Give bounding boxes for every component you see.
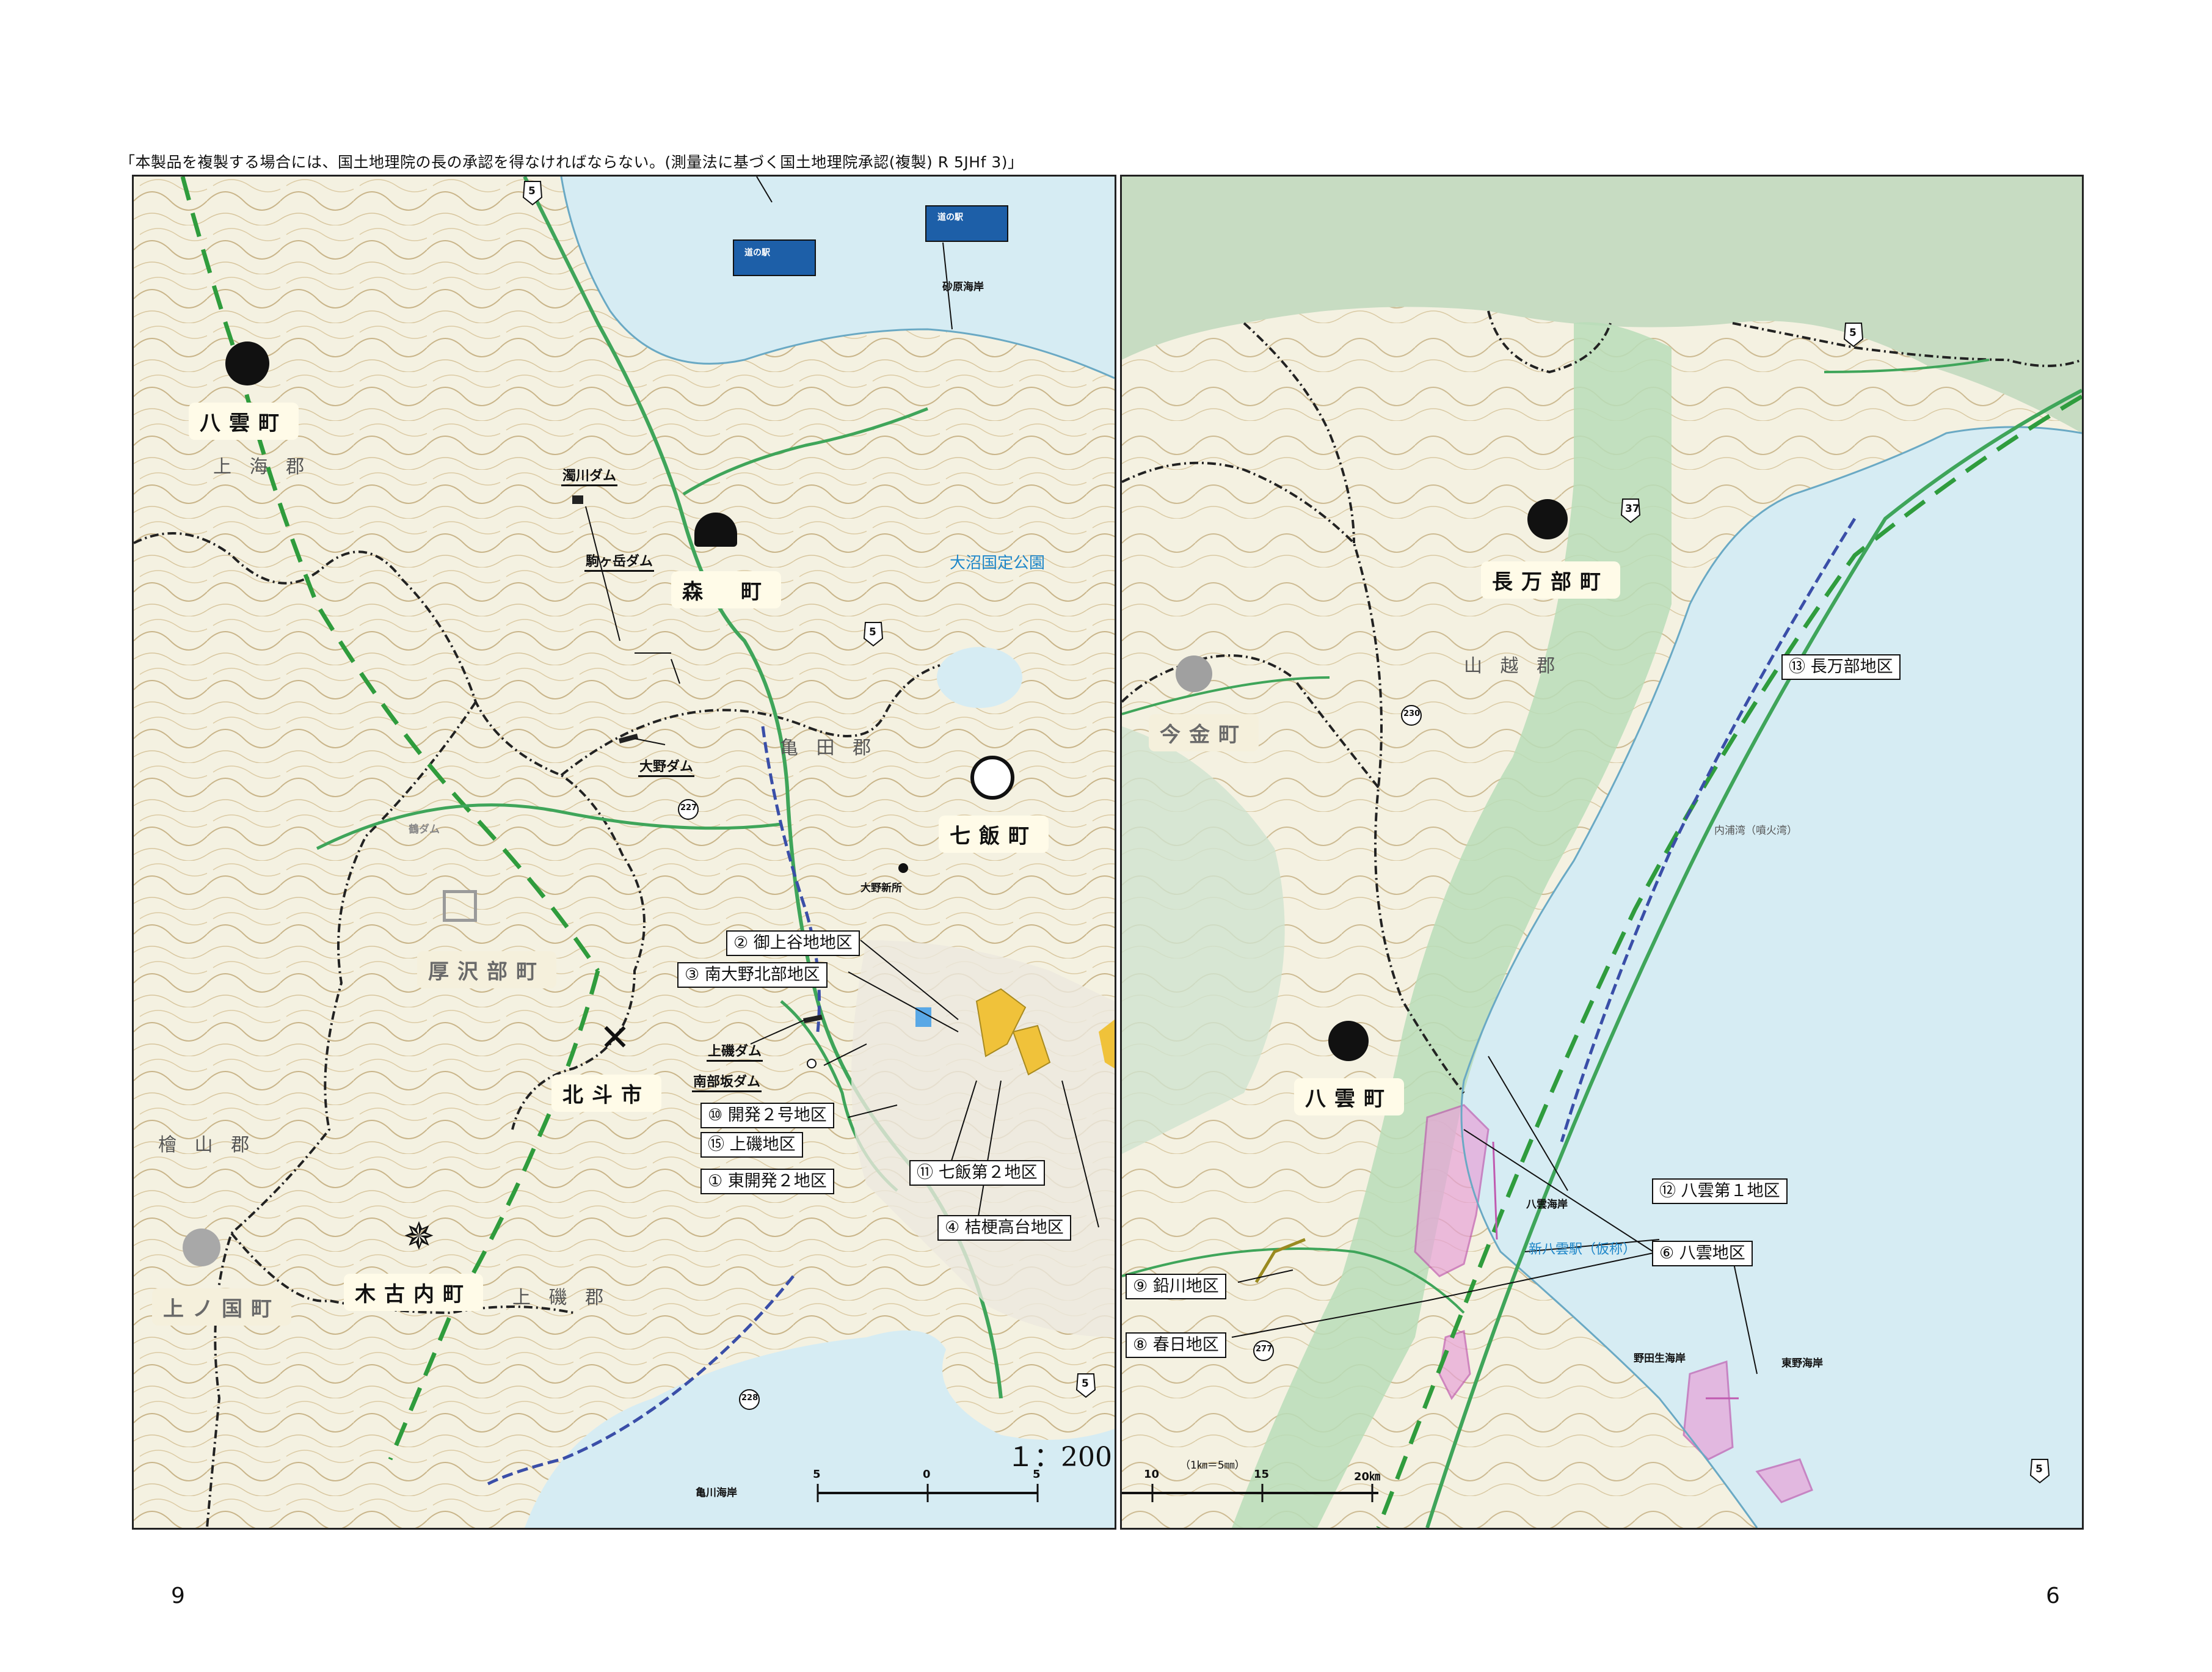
- town-label-yakumo: 八雲町: [189, 403, 299, 440]
- hokuto-city-emblem: ✕: [599, 1017, 631, 1059]
- district-box-yakumo1[interactable]: ⑫ 八雲第１地区: [1652, 1178, 1788, 1204]
- district-box-namarikawa[interactable]: ⑨ 鉛川地区: [1126, 1274, 1226, 1299]
- michinoeki-sign-2: 道の駅: [937, 213, 963, 222]
- dam-label-nigorikawa: 濁川ダム: [561, 465, 618, 486]
- park-label: 大沼国定公園: [950, 554, 1046, 572]
- route-277-label: 277: [1256, 1345, 1273, 1354]
- dam-label-nanbuzaka: 南部坂ダム: [692, 1071, 762, 1092]
- town-label-hokuto: 北斗市: [551, 1075, 661, 1112]
- town-label-assabu: 厚沢部町: [417, 951, 556, 988]
- route-227-label: 227: [680, 803, 697, 812]
- station-label-shin-yakumo: 新八雲駅（仮称）: [1529, 1242, 1637, 1257]
- district-box-minami-ono[interactable]: ③ 南大野北部地区: [677, 962, 828, 988]
- dam-label-komagatake: 駒ヶ岳ダム: [584, 550, 655, 572]
- dam-label-kamiiso: 上磯ダム: [707, 1040, 763, 1062]
- district-box-yakumo[interactable]: ⑥ 八雲地区: [1652, 1241, 1753, 1266]
- district-box-nanae2[interactable]: ⑪ 七飯第２地区: [909, 1160, 1045, 1186]
- route-228-label: 228: [741, 1393, 759, 1403]
- scale-tick-left: 5: [813, 1468, 821, 1481]
- scale-tick-20: 20㎞: [1354, 1470, 1381, 1483]
- coast-label-notaoi: 野田生海岸: [1634, 1353, 1686, 1365]
- route-5-label-b: 5: [869, 626, 876, 638]
- scale-ratio: １：200，000: [1007, 1442, 1115, 1473]
- route-5-label-right-a: 5: [1849, 327, 1857, 339]
- gun-label-kaminoyama: 上 海 郡: [213, 456, 311, 478]
- town-label-yakumo-right: 八雲町: [1294, 1078, 1404, 1115]
- route-230-label: 230: [1403, 709, 1421, 718]
- nanae-town-emblem: [970, 756, 1014, 800]
- town-label-oshamambe: 長万部町: [1481, 561, 1620, 599]
- district-box-kasuga[interactable]: ⑧ 春日地区: [1126, 1332, 1226, 1358]
- bay-label: 内浦湾（噴火湾）: [1714, 825, 1797, 837]
- town-label-kikonai: 木古内町: [344, 1274, 483, 1311]
- ono-office-label: 大野新所: [860, 882, 902, 894]
- route-5-label-a: 5: [528, 185, 536, 197]
- michinoeki-sign-1: 道の駅: [744, 248, 770, 258]
- map-panel-right[interactable]: 長万部町 山 越 郡 今金町 内浦湾（噴火湾） 八雲町 八雲海岸 野田生海岸 東…: [1120, 175, 2084, 1530]
- gun-label-yamakoshi: 山 越 郡: [1464, 655, 1562, 677]
- district-box-oshamambe[interactable]: ⑬ 長万部地区: [1781, 654, 1901, 680]
- district-box-mikamiyachi[interactable]: ② 御上谷地地区: [726, 930, 860, 956]
- scale-tick-right: 5: [1033, 1468, 1041, 1481]
- route-5-label-right-b: 5: [2036, 1463, 2043, 1475]
- town-label-imakane: 今金町: [1149, 714, 1259, 751]
- page-number-right: 6: [2046, 1583, 2060, 1608]
- yakumo-town-emblem-right: [1328, 1021, 1369, 1061]
- copyright-notice: 「本製品を複製する場合には、国土地理院の長の承認を得なければならない。(測量法に…: [120, 153, 1024, 171]
- district-box-kamiiso[interactable]: ⑮ 上磯地区: [700, 1132, 803, 1158]
- coast-label-higashino: 東野海岸: [1781, 1357, 1823, 1370]
- dam-label-ono: 大野ダム: [638, 756, 695, 777]
- oshamambe-town-emblem: [1527, 499, 1568, 539]
- district-box-kikyo[interactable]: ④ 桔梗高台地区: [937, 1215, 1071, 1241]
- kaminokuni-town-emblem: [183, 1228, 220, 1266]
- coast-label-kamikawa: 亀川海岸: [696, 1487, 737, 1499]
- scale-tick-zero: 0: [923, 1468, 931, 1481]
- town-label-kaminokuni: 上ノ国町: [152, 1288, 291, 1326]
- route-5-label-c: 5: [1082, 1378, 1089, 1390]
- town-label-nanae: 七飯町: [939, 816, 1049, 853]
- scale-tick-10: 10: [1144, 1468, 1160, 1481]
- district-box-kaihatsu2[interactable]: ⑩ 開発２号地区: [700, 1103, 834, 1128]
- imakane-town-emblem: [1176, 655, 1212, 692]
- scale-note: （1㎞＝5㎜）: [1180, 1459, 1245, 1472]
- coast-label-sawara: 砂原海岸: [942, 281, 984, 293]
- scale-tick-15: 15: [1254, 1468, 1270, 1481]
- coast-label-yakumo: 八雲海岸: [1526, 1199, 1568, 1211]
- route-37-label: 37: [1625, 503, 1640, 515]
- gun-label-kameda: 亀 田 郡: [780, 737, 878, 759]
- gun-label-kamiiso: 上 磯 郡: [512, 1287, 610, 1309]
- town-label-mori: 森 町: [671, 571, 781, 608]
- yakumo-town-emblem: [225, 341, 269, 385]
- assabu-town-emblem: [443, 890, 477, 922]
- gun-label-hiyama: 檜 山 郡: [158, 1134, 256, 1156]
- map-right-graphics: [1122, 177, 2082, 1528]
- kikonai-town-emblem: ✵: [403, 1214, 435, 1258]
- dam-label-tsuru: 鶴ダム: [409, 823, 440, 836]
- district-box-higashi-kaihatsu[interactable]: ① 東開発２地区: [700, 1169, 834, 1194]
- page-number-left: 9: [171, 1583, 185, 1608]
- map-panel-left[interactable]: 八雲町 上 海 郡 森 町 大沼国定公園 亀 田 郡 七飯町 厚沢部町 ✕ 北斗…: [132, 175, 1116, 1530]
